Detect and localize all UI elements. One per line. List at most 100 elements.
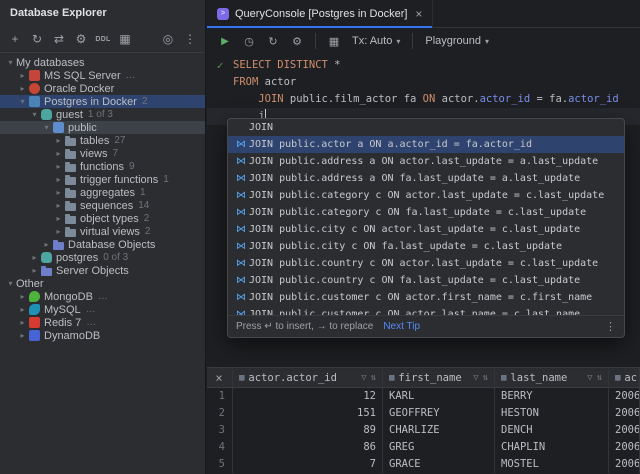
tree-item-guest[interactable]: ▾ guest 1 of 3 <box>0 108 205 121</box>
refresh-icon[interactable]: ↻ <box>27 29 47 49</box>
table-cell[interactable]: DENCH <box>495 422 609 439</box>
run-button[interactable]: ▶ <box>215 31 235 51</box>
tree-item-oracle-docker[interactable]: ▸ Oracle Docker <box>0 82 205 95</box>
tree-item-dynamodb[interactable]: ▸ DynamoDB <box>0 329 205 342</box>
filter-icon[interactable]: ▽ <box>473 368 478 387</box>
next-tip-link[interactable]: Next Tip <box>383 321 420 332</box>
chevron-right-icon[interactable]: ▸ <box>17 305 28 314</box>
tree-item-server-objects[interactable]: ▸ Server Objects <box>0 264 205 277</box>
chevron-right-icon[interactable]: ▸ <box>53 188 64 197</box>
chevron-right-icon[interactable]: ▸ <box>53 149 64 158</box>
table-cell[interactable]: GREG <box>383 439 495 456</box>
source-properties-icon[interactable]: ⚙ <box>71 29 91 49</box>
sort-icon[interactable]: ⇅ <box>483 368 488 387</box>
table-row[interactable]: 1 12 KARL BERRY 2006 <box>207 388 640 405</box>
tree-item-database-objects[interactable]: ▸ Database Objects <box>0 238 205 251</box>
history-button[interactable]: ◷ <box>239 31 259 51</box>
chevron-right-icon[interactable]: ▸ <box>17 84 28 93</box>
table-cell[interactable]: HESTON <box>495 405 609 422</box>
chevron-right-icon[interactable]: ▸ <box>53 162 64 171</box>
completion-item[interactable]: ⋈ JOIN public.category c ON fa.last_updat… <box>228 204 624 221</box>
completion-item[interactable]: ⋈ JOIN public.address a ON actor.last_upd… <box>228 153 624 170</box>
table-cell[interactable]: KARL <box>383 388 495 405</box>
table-cell[interactable]: 2006 <box>609 439 640 456</box>
tab-query-console[interactable]: > QueryConsole [Postgres in Docker] × <box>207 0 434 28</box>
table-cell[interactable]: CHAPLIN <box>495 439 609 456</box>
filter-icon[interactable]: ▽ <box>587 368 592 387</box>
more-icon[interactable]: ⋮ <box>180 29 200 49</box>
completion-item[interactable]: JOIN <box>228 119 624 136</box>
tree-item-my-databases[interactable]: ▾ My databases <box>0 56 205 69</box>
popup-menu-icon[interactable]: ⋮ <box>605 320 616 333</box>
chevron-right-icon[interactable]: ▸ <box>29 253 40 262</box>
table-row[interactable]: 4 86 GREG CHAPLIN 2006 <box>207 439 640 456</box>
table-cell[interactable]: CHARLIZE <box>383 422 495 439</box>
sql-editor[interactable]: ✓ SELECT DISTINCT * FROM actor JOIN public… <box>207 54 640 367</box>
completion-item[interactable]: ⋈ JOIN public.city c ON actor.last_update… <box>228 221 624 238</box>
chevron-right-icon[interactable]: ▸ <box>53 201 64 210</box>
tab-close-icon[interactable]: × <box>415 8 422 20</box>
chevron-right-icon[interactable]: ▸ <box>17 292 28 301</box>
table-row[interactable]: 5 7 GRACE MOSTEL 2006 <box>207 456 640 473</box>
sort-icon[interactable]: ⇅ <box>597 368 602 387</box>
chevron-down-icon[interactable]: ▾ <box>5 279 16 288</box>
tree-item-virtual-views[interactable]: ▸ virtual views 2 <box>0 225 205 238</box>
tree-item-postgres[interactable]: ▸ postgres 0 of 3 <box>0 251 205 264</box>
table-cell[interactable]: 2006 <box>609 405 640 422</box>
tree-item-object-types[interactable]: ▸ object types 2 <box>0 212 205 225</box>
completion-item[interactable]: ⋈ JOIN public.country c ON actor.last_upd… <box>228 255 624 272</box>
completion-item[interactable]: ⋈ JOIN public.country c ON fa.last_update… <box>228 272 624 289</box>
table-cell[interactable]: GEOFFREY <box>383 405 495 422</box>
sort-icon[interactable]: ⇅ <box>371 368 376 387</box>
completion-item[interactable]: ⋈ JOIN public.category c ON actor.last_up… <box>228 187 624 204</box>
chevron-right-icon[interactable]: ▸ <box>53 214 64 223</box>
tree-item-functions[interactable]: ▸ functions 9 <box>0 160 205 173</box>
tree-item-public[interactable]: ▾ public <box>0 121 205 134</box>
eye-icon[interactable]: ◎ <box>158 29 178 49</box>
table-row[interactable]: 3 89 CHARLIZE DENCH 2006 <box>207 422 640 439</box>
column-header-actor-actor_id[interactable]: ▦ actor.actor_id ▽ ⇅ <box>233 368 383 387</box>
tree-item-postgres-in-docker[interactable]: ▾ Postgres in Docker 2 <box>0 95 205 108</box>
tree-item-redis-7[interactable]: ▸ Redis 7… <box>0 316 205 329</box>
table-cell[interactable]: 2006 <box>609 422 640 439</box>
tree-item-mysql[interactable]: ▸ MySQL… <box>0 303 205 316</box>
filter-icon[interactable]: ▽ <box>361 368 366 387</box>
chevron-right-icon[interactable]: ▸ <box>41 240 52 249</box>
table-cell[interactable]: 151 <box>233 405 383 422</box>
chevron-down-icon[interactable]: ▾ <box>17 97 28 106</box>
tree-item-other[interactable]: ▾ Other <box>0 277 205 290</box>
table-cell[interactable]: BERRY <box>495 388 609 405</box>
table-cell[interactable]: 12 <box>233 388 383 405</box>
tree-item-mongodb[interactable]: ▸ MongoDB… <box>0 290 205 303</box>
table-view-button[interactable]: ▦ <box>324 31 344 51</box>
session-select[interactable]: Playground ▾ <box>421 31 493 51</box>
tree-item-sequences[interactable]: ▸ sequences 14 <box>0 199 205 212</box>
table-row[interactable]: 2 151 GEOFFREY HESTON 2006 <box>207 405 640 422</box>
chevron-right-icon[interactable]: ▸ <box>17 71 28 80</box>
table-cell[interactable]: MOSTEL <box>495 456 609 473</box>
completion-item[interactable]: ⋈ JOIN public.customer c ON actor.first_n… <box>228 289 624 306</box>
chevron-right-icon[interactable]: ▸ <box>53 227 64 236</box>
table-cell[interactable]: 2006 <box>609 388 640 405</box>
table-cell[interactable]: 7 <box>233 456 383 473</box>
add-icon[interactable]: + <box>5 29 25 49</box>
tree-item-ms-sql-server[interactable]: ▸ MS SQL Server… <box>0 69 205 82</box>
chevron-right-icon[interactable]: ▸ <box>53 136 64 145</box>
chevron-right-icon[interactable]: ▸ <box>29 266 40 275</box>
diagram-icon[interactable]: ▦ <box>115 29 135 49</box>
chevron-down-icon[interactable]: ▾ <box>29 110 40 119</box>
column-header-last_name[interactable]: ▦ last_name ▽ ⇅ <box>495 368 609 387</box>
chevron-down-icon[interactable]: ▾ <box>41 123 52 132</box>
completion-item[interactable]: ⋈ JOIN public.city c ON fa.last_update = … <box>228 238 624 255</box>
settings-button[interactable]: ⚙ <box>287 31 307 51</box>
rerun-button[interactable]: ↻ <box>263 31 283 51</box>
close-results-icon[interactable]: × <box>215 372 222 384</box>
ddl-icon[interactable]: DDL <box>93 29 113 49</box>
tree-item-trigger-functions[interactable]: ▸ trigger functions 1 <box>0 173 205 186</box>
chevron-down-icon[interactable]: ▾ <box>5 58 16 67</box>
completion-item[interactable]: ⋈ JOIN public.address a ON fa.last_update… <box>228 170 624 187</box>
chevron-right-icon[interactable]: ▸ <box>17 331 28 340</box>
tx-mode-select[interactable]: Tx: Auto ▾ <box>348 31 404 51</box>
table-cell[interactable]: GRACE <box>383 456 495 473</box>
tree-item-views[interactable]: ▸ views 7 <box>0 147 205 160</box>
